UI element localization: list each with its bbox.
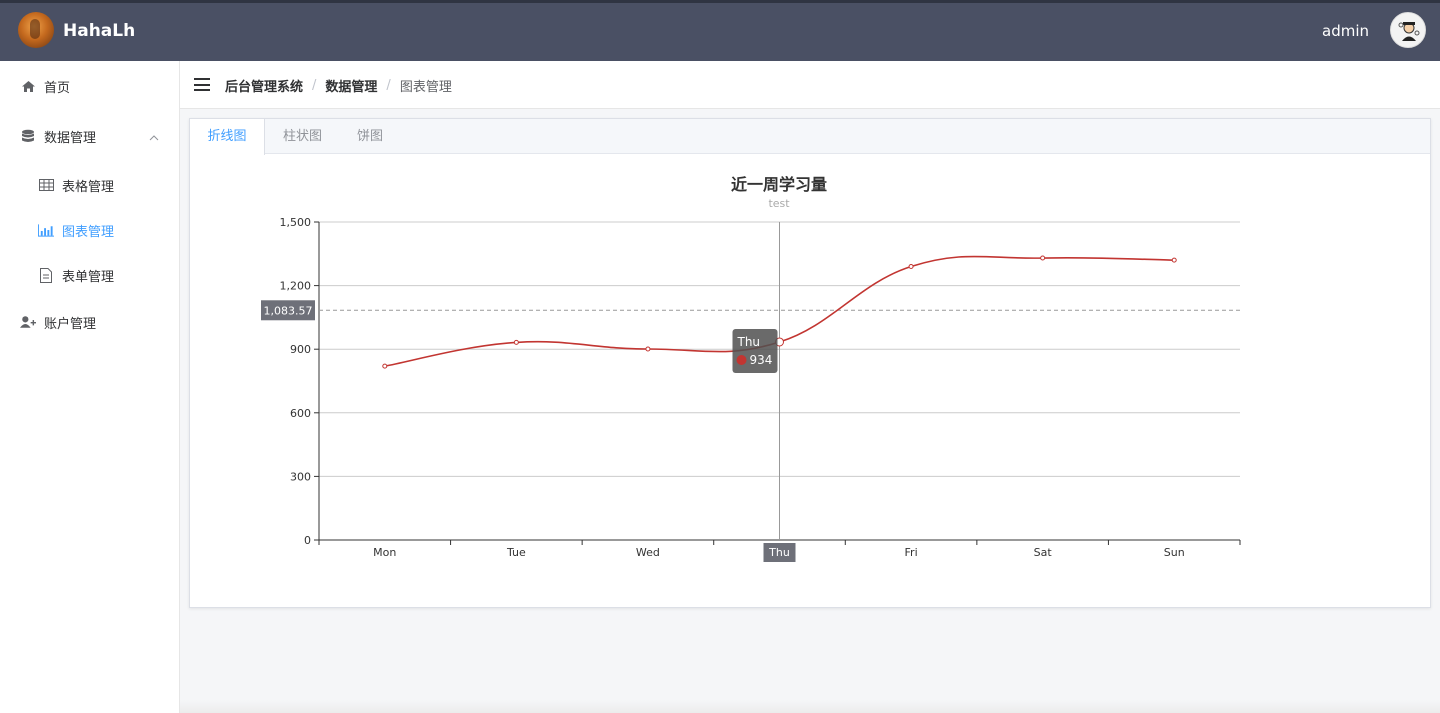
bar-chart-icon (38, 222, 54, 238)
data-point (513, 339, 519, 345)
breadcrumb: 后台管理系统 / 数据管理 / 图表管理 (225, 76, 452, 95)
sidebar-item-chart-management[interactable]: 图表管理 (0, 206, 179, 254)
sidebar-item-label: 首页 (44, 80, 71, 96)
brand-logo[interactable] (18, 12, 54, 48)
x-tick-label: Mon (373, 546, 396, 559)
y-tick-label: 0 (304, 534, 311, 547)
data-point (908, 264, 914, 270)
brand-name[interactable]: HahaLh (63, 21, 135, 41)
tooltip-value: 934 (750, 353, 773, 367)
sidebar-item-label: 表单管理 (62, 269, 115, 285)
tooltip-series-marker (736, 354, 747, 365)
breadcrumb-item[interactable]: 后台管理系统 (225, 76, 303, 95)
data-point (382, 363, 388, 369)
x-tick-label: Sat (1034, 546, 1053, 559)
document-icon (38, 267, 54, 283)
x-tick-label: Fri (905, 546, 918, 559)
y-tick-label: 600 (290, 407, 311, 420)
data-point (1171, 257, 1177, 263)
x-tick-label: Tue (506, 546, 526, 559)
breadcrumb-item[interactable]: 数据管理 (325, 76, 377, 95)
x-tick-label: Sun (1164, 546, 1185, 559)
breadcrumb-separator: / (312, 78, 317, 93)
sidebar-item-home[interactable]: 首页 (0, 62, 179, 110)
breadcrumb-current: 图表管理 (399, 80, 452, 95)
crosshair-y-label: 1,083.57 (264, 304, 313, 317)
chevron-up-icon (149, 130, 159, 145)
sidebar-item-table-management[interactable]: 表格管理 (0, 161, 179, 209)
breadcrumb-separator: / (386, 78, 391, 93)
user-avatar[interactable] (1390, 12, 1426, 48)
y-tick-label: 900 (290, 343, 311, 356)
line-chart[interactable]: 0 300 600 900 1,200 1,500 Mon Tue Wed Fri Sat Sun Th… (190, 119, 1430, 607)
x-tick-label: Wed (636, 546, 660, 559)
footer-shade (180, 700, 1440, 713)
database-icon (20, 128, 36, 144)
chart-card: 折线图 柱状图 饼图 近一周学习量 test 0 300 600 900 1,200 1,… (189, 118, 1431, 608)
y-tick-label: 1,500 (280, 216, 312, 229)
top-bar: HahaLh admin (0, 0, 1440, 61)
user-add-icon (20, 314, 36, 330)
sidebar-item-label: 图表管理 (62, 224, 115, 240)
data-point (645, 346, 651, 352)
content-header: 后台管理系统 / 数据管理 / 图表管理 (180, 61, 1440, 109)
username[interactable]: admin (1322, 22, 1369, 40)
sidebar-item-data-management[interactable]: 数据管理 (0, 112, 179, 160)
y-tick-label: 1,200 (280, 280, 312, 293)
tooltip-title: Thu (737, 335, 761, 349)
crosshair-x-label: Thu (768, 546, 790, 559)
sidebar-item-form-management[interactable]: 表单管理 (0, 251, 179, 299)
sidebar-item-label: 数据管理 (44, 130, 97, 146)
sidebar: 首页 数据管理 表格管理 图表管理 表单管理 账户管理 (0, 61, 180, 713)
y-tick-label: 300 (290, 470, 311, 483)
table-icon (38, 177, 54, 193)
sidebar-item-label: 表格管理 (62, 179, 115, 195)
menu-toggle-icon[interactable] (194, 78, 210, 91)
home-icon (20, 78, 36, 94)
sidebar-item-account-management[interactable]: 账户管理 (0, 298, 179, 346)
data-point (1040, 255, 1046, 261)
sidebar-item-label: 账户管理 (44, 316, 97, 332)
